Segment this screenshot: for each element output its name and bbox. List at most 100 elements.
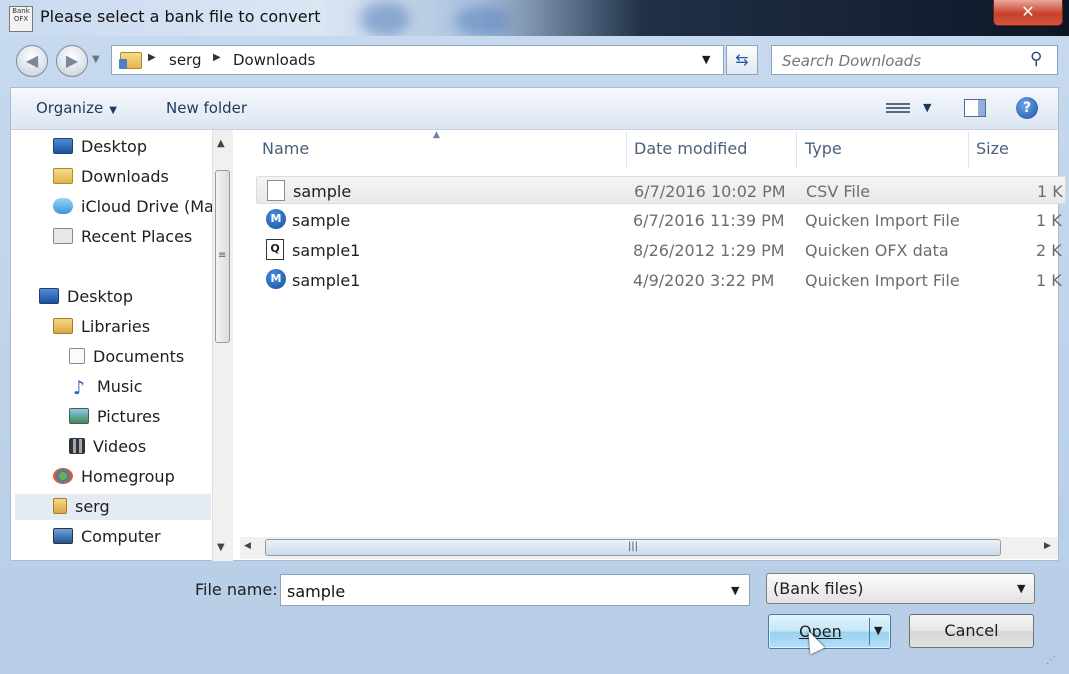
sidebar-item-videos[interactable]: Videos bbox=[69, 434, 146, 460]
breadcrumb-serg[interactable]: serg bbox=[169, 51, 201, 69]
search-input[interactable] bbox=[780, 50, 1024, 72]
sidebar-item-libraries[interactable]: Libraries bbox=[53, 314, 150, 340]
forward-button[interactable]: ▶ bbox=[56, 45, 88, 77]
sidebar-item-desktop-root[interactable]: Desktop bbox=[39, 284, 133, 310]
search-box[interactable]: ⚲ bbox=[771, 45, 1058, 75]
downloads-folder-icon bbox=[119, 52, 142, 69]
scroll-right-icon[interactable]: ▶ bbox=[1044, 541, 1051, 551]
chevron-down-icon: ▼ bbox=[109, 105, 117, 116]
new-folder-button[interactable]: New folder bbox=[166, 99, 247, 117]
view-dropdown-icon[interactable]: ▼ bbox=[923, 101, 931, 114]
resize-grip-icon[interactable]: ⋰ bbox=[1046, 655, 1056, 666]
desktop-icon bbox=[39, 288, 59, 304]
csv-file-icon bbox=[267, 180, 285, 201]
sidebar-item-serg[interactable]: serg bbox=[15, 494, 211, 520]
column-divider[interactable] bbox=[968, 132, 969, 168]
sidebar-item-label: Computer bbox=[81, 527, 161, 546]
file-name-input[interactable] bbox=[285, 580, 719, 602]
open-button[interactable]: Open ▼ bbox=[768, 614, 891, 649]
cancel-button[interactable]: Cancel bbox=[909, 614, 1034, 648]
breadcrumb-separator-icon[interactable]: ▶ bbox=[213, 52, 221, 63]
column-header-size[interactable]: Size bbox=[976, 139, 1009, 158]
sidebar-item-label: Homegroup bbox=[81, 467, 175, 486]
file-name: sample bbox=[293, 182, 352, 201]
recent-places-icon bbox=[53, 228, 73, 244]
music-icon: ♪ bbox=[72, 377, 86, 399]
search-icon[interactable]: ⚲ bbox=[1030, 49, 1042, 69]
organize-label: Organize bbox=[36, 99, 104, 117]
column-divider[interactable] bbox=[796, 132, 797, 168]
column-header-name[interactable]: Name bbox=[262, 139, 309, 158]
sidebar-item-documents[interactable]: Documents bbox=[69, 344, 184, 370]
file-type: Quicken Import File bbox=[805, 271, 960, 290]
back-button[interactable]: ◀ bbox=[16, 45, 48, 77]
file-size: 2 K bbox=[1036, 241, 1062, 260]
help-icon[interactable]: ? bbox=[1016, 97, 1038, 119]
recent-locations-dropdown[interactable]: ▼ bbox=[92, 54, 100, 65]
breadcrumb-downloads[interactable]: Downloads bbox=[233, 51, 315, 69]
scroll-grip-icon: ≡ bbox=[218, 250, 227, 261]
preview-pane-icon[interactable] bbox=[964, 99, 986, 117]
title-bar-glow bbox=[455, 6, 510, 36]
close-button[interactable]: ✕ bbox=[993, 0, 1063, 26]
organize-button[interactable]: Organize ▼ bbox=[36, 99, 117, 117]
file-row[interactable]: Q sample1 8/26/2012 1:29 PM Quicken OFX … bbox=[256, 236, 1066, 264]
chevron-down-icon[interactable]: ▼ bbox=[731, 584, 739, 597]
file-list-horizontal-scrollbar[interactable]: ◀ ||| ▶ bbox=[240, 537, 1058, 559]
downloads-folder-icon bbox=[53, 168, 73, 184]
sidebar-item-label: Desktop bbox=[81, 137, 147, 156]
sidebar-item-label: Videos bbox=[93, 437, 147, 456]
sidebar-item-icloud-drive[interactable]: iCloud Drive (Ma bbox=[53, 194, 214, 220]
file-type: Quicken Import File bbox=[805, 211, 960, 230]
file-type: CSV File bbox=[806, 182, 871, 201]
documents-icon bbox=[69, 348, 85, 364]
view-options-icon[interactable] bbox=[886, 101, 910, 117]
computer-icon bbox=[53, 528, 73, 544]
sidebar-item-music[interactable]: ♪ Music bbox=[69, 374, 143, 400]
forward-arrow-icon: ▶ bbox=[65, 51, 79, 70]
breadcrumb-separator-icon[interactable]: ▶ bbox=[148, 52, 156, 63]
address-dropdown-icon[interactable]: ▼ bbox=[702, 53, 710, 66]
file-name: sample1 bbox=[292, 241, 361, 260]
title-bar: Bank OFX Please select a bank file to con… bbox=[0, 0, 1069, 36]
sidebar-item-label: serg bbox=[75, 497, 110, 516]
file-type-filter[interactable]: (Bank files) ▼ bbox=[766, 573, 1035, 604]
sidebar-item-homegroup[interactable]: Homegroup bbox=[53, 464, 175, 490]
chevron-down-icon: ▼ bbox=[1017, 582, 1026, 595]
file-type: Quicken OFX data bbox=[805, 241, 949, 260]
sidebar-item-label: Libraries bbox=[81, 317, 151, 336]
split-divider bbox=[869, 618, 870, 645]
refresh-button[interactable]: ⇆ bbox=[726, 45, 758, 75]
file-name-combobox[interactable]: ▼ bbox=[280, 574, 750, 606]
file-row[interactable]: M sample1 4/9/2020 3:22 PM Quicken Impor… bbox=[256, 266, 1066, 294]
sidebar-item-computer[interactable]: Computer bbox=[53, 524, 161, 550]
sidebar-item-label: Pictures bbox=[97, 407, 161, 426]
sidebar-item-desktop[interactable]: Desktop bbox=[53, 134, 147, 160]
window-title: Please select a bank file to convert bbox=[40, 7, 321, 26]
file-date: 8/26/2012 1:29 PM bbox=[633, 241, 785, 260]
sidebar-item-label: Documents bbox=[93, 347, 185, 366]
pictures-icon bbox=[69, 408, 89, 424]
command-bar: Organize ▼ New folder ▼ ? bbox=[10, 87, 1059, 130]
sidebar-item-recent-places[interactable]: Recent Places bbox=[53, 224, 192, 250]
scroll-down-icon[interactable]: ▼ bbox=[217, 542, 225, 553]
sidebar-item-label: iCloud Drive (Ma bbox=[81, 197, 214, 216]
file-row[interactable]: sample 6/7/2016 10:02 PM CSV File 1 K bbox=[256, 176, 1066, 204]
refresh-icon: ⇆ bbox=[735, 50, 749, 69]
open-options-dropdown-icon[interactable]: ▼ bbox=[874, 624, 882, 637]
sidebar-item-downloads[interactable]: Downloads bbox=[53, 164, 169, 190]
scroll-up-icon[interactable]: ▲ bbox=[217, 138, 225, 149]
file-name: sample bbox=[292, 211, 351, 230]
navigation-pane-scrollbar[interactable]: ▲ ≡ ▼ bbox=[212, 130, 233, 561]
column-header-type[interactable]: Type bbox=[805, 139, 842, 158]
address-bar[interactable]: ▶ serg ▶ Downloads ▼ bbox=[111, 45, 724, 75]
sidebar-item-pictures[interactable]: Pictures bbox=[69, 404, 160, 430]
scroll-left-icon[interactable]: ◀ bbox=[244, 541, 251, 551]
sidebar-item-label: Recent Places bbox=[81, 227, 193, 246]
sidebar-item-label: Music bbox=[97, 377, 143, 396]
scrollbar-thumb[interactable]: ||| bbox=[265, 539, 1001, 556]
column-header-date-modified[interactable]: Date modified bbox=[634, 139, 747, 158]
column-divider[interactable] bbox=[626, 132, 627, 168]
file-date: 4/9/2020 3:22 PM bbox=[633, 271, 775, 290]
file-row[interactable]: M sample 6/7/2016 11:39 PM Quicken Impor… bbox=[256, 206, 1066, 234]
